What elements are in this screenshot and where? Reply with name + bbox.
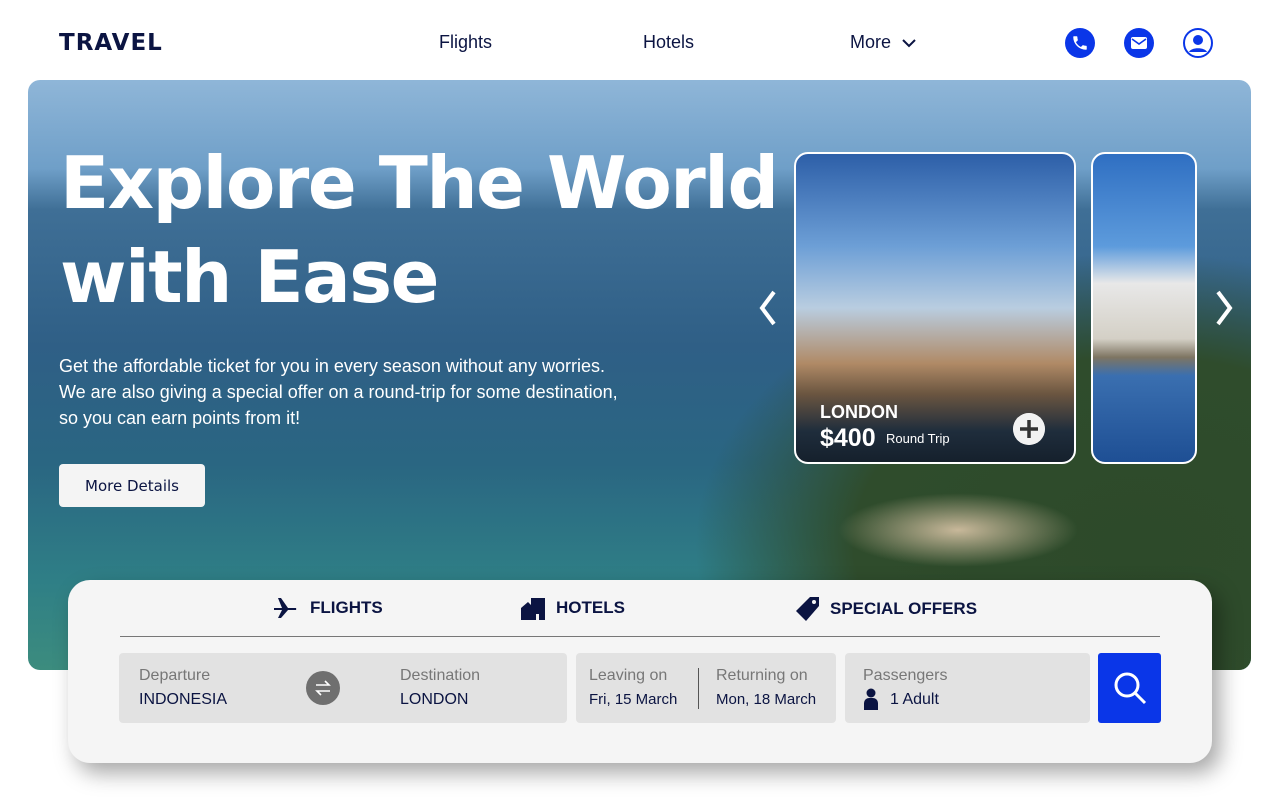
chevron-down-icon: [902, 38, 916, 47]
route-field[interactable]: [119, 653, 567, 723]
divider: [120, 636, 1160, 637]
nav-hotels[interactable]: Hotels: [643, 32, 694, 53]
tag-icon: [796, 597, 819, 621]
hero-title-line2: with Ease: [60, 235, 439, 319]
phone-icon[interactable]: [1065, 28, 1095, 58]
departure-value[interactable]: INDONESIA: [139, 691, 227, 709]
person-icon: [864, 688, 878, 710]
user-icon[interactable]: [1183, 28, 1213, 58]
hero-description: Get the affordable ticket for you in eve…: [59, 353, 679, 431]
nav-more[interactable]: More: [850, 32, 917, 53]
desc-line: Get the affordable ticket for you in eve…: [59, 356, 605, 376]
dates-field[interactable]: [576, 653, 836, 723]
leaving-value[interactable]: Fri, 15 March: [589, 691, 677, 708]
hotel-icon: [521, 598, 545, 620]
swap-icon[interactable]: [306, 671, 340, 705]
desc-line: We are also giving a special offer on a …: [59, 382, 618, 402]
desc-line: so you can earn points from it!: [59, 408, 301, 428]
mail-icon[interactable]: [1124, 28, 1154, 58]
more-details-button[interactable]: More Details: [59, 464, 205, 507]
dates-divider: [698, 668, 699, 709]
card-city: LONDON: [820, 402, 898, 422]
logo[interactable]: TRAVEL: [59, 30, 163, 56]
destination-label: Destination: [400, 667, 481, 684]
departure-label: Departure: [139, 667, 211, 684]
hero-title-line1: Explore The World: [60, 141, 779, 225]
nav-flights[interactable]: Flights: [439, 32, 492, 53]
plane-icon: [274, 598, 297, 618]
returning-value[interactable]: Mon, 18 March: [716, 691, 816, 708]
passengers-label: Passengers: [863, 667, 948, 684]
hero-title: Explore The World with Ease: [60, 136, 779, 324]
leaving-label: Leaving on: [589, 667, 668, 684]
card-trip-type: Round Trip: [886, 431, 950, 446]
tab-label: SPECIAL OFFERS: [830, 599, 978, 618]
tab-flights[interactable]: FLIGHTS: [272, 596, 383, 620]
card-price: $400: [820, 424, 876, 452]
carousel-next-icon[interactable]: [1212, 288, 1236, 328]
destination-card-sydney[interactable]: [1091, 152, 1197, 464]
beach-image: [828, 490, 1088, 570]
search-icon: [1114, 672, 1146, 705]
passengers-value[interactable]: 1 Adult: [890, 691, 939, 709]
search-button[interactable]: [1098, 653, 1161, 723]
nav-more-label: More: [850, 32, 892, 52]
tab-label: FLIGHTS: [310, 598, 383, 617]
passengers-field[interactable]: [845, 653, 1090, 723]
tab-label: HOTELS: [556, 598, 625, 617]
add-icon[interactable]: [1013, 413, 1045, 445]
carousel-prev-icon[interactable]: [756, 288, 780, 328]
tab-special-offers[interactable]: SPECIAL OFFERS: [796, 596, 977, 622]
destination-value[interactable]: LONDON: [400, 691, 468, 709]
tab-hotels[interactable]: HOTELS: [520, 596, 625, 620]
returning-label: Returning on: [716, 667, 808, 684]
